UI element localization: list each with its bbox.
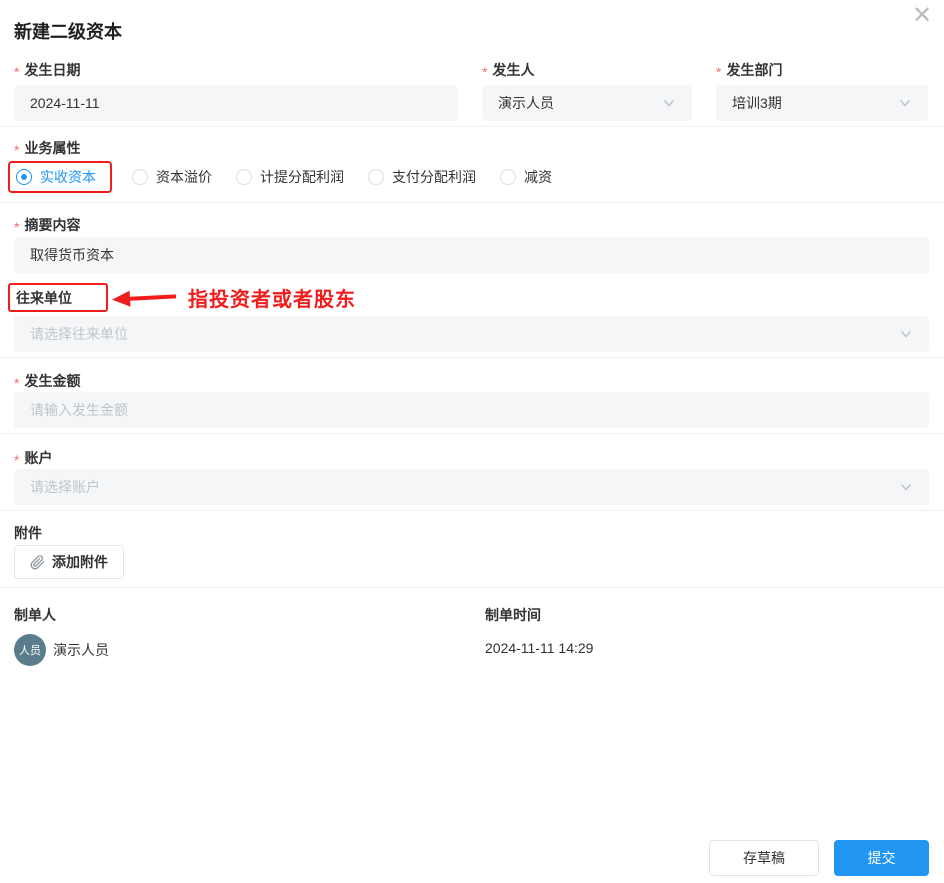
arrow-shaft xyxy=(129,293,177,301)
field-occur-person: * 发生人 演示人员 xyxy=(482,60,692,121)
radio-option-capital-reduction[interactable]: 减资 xyxy=(500,166,552,188)
meta-row: 制单人 人员 演示人员 制单时间 2024-11-11 14:29 xyxy=(14,605,929,676)
required-mark: * xyxy=(14,141,20,158)
counterparty-select[interactable]: 请选择往来单位 xyxy=(14,316,929,352)
radio-label: 减资 xyxy=(524,169,552,185)
divider xyxy=(0,587,944,588)
business-attr-label-text: 业务属性 xyxy=(24,139,81,156)
occur-person-value: 演示人员 xyxy=(498,95,554,111)
radio-option-pay-distributed-profit[interactable]: 支付分配利润 xyxy=(368,166,476,188)
occur-dept-label: * 发生部门 xyxy=(716,60,928,80)
divider xyxy=(0,202,944,203)
counterparty-label-text: 往来单位 xyxy=(16,289,72,306)
dialog-title: 新建二级资本 xyxy=(14,22,122,42)
add-attachment-button[interactable]: 添加附件 xyxy=(14,545,124,579)
required-mark: * xyxy=(14,374,20,391)
business-attr-radio-group: 实收资本 资本溢价 计提分配利润 支付分配利润 减资 xyxy=(8,161,929,193)
annotation-highlight-box: 实收资本 xyxy=(8,161,112,193)
form-row-1: * 发生日期 * 发生人 演示人员 * 发生部门 培训3期 xyxy=(14,60,929,121)
occur-person-select[interactable]: 演示人员 xyxy=(482,85,692,121)
radio-option-capital-premium[interactable]: 资本溢价 xyxy=(132,166,212,188)
required-mark: * xyxy=(716,63,722,80)
radio-label: 实收资本 xyxy=(40,169,96,185)
creator-name: 演示人员 xyxy=(53,642,109,658)
occur-dept-select[interactable]: 培训3期 xyxy=(716,85,928,121)
required-mark: * xyxy=(14,63,20,80)
radio-unselected-icon xyxy=(236,169,252,185)
creator-line: 人员 演示人员 xyxy=(14,624,485,676)
radio-label: 资本溢价 xyxy=(156,169,212,185)
divider xyxy=(0,357,944,358)
required-mark: * xyxy=(482,63,488,80)
radio-selected-icon xyxy=(16,169,32,185)
radio-label: 计提分配利润 xyxy=(260,169,344,185)
annotation-arrow-left-icon xyxy=(111,288,177,308)
amount-input[interactable] xyxy=(14,392,929,428)
attachment-label: 附件 xyxy=(14,523,929,542)
annotation-highlight-box: 往来单位 xyxy=(8,283,108,312)
created-time-value: 2024-11-11 14:29 xyxy=(485,640,594,656)
submit-button[interactable]: 提交 xyxy=(834,840,929,876)
occur-date-label: * 发生日期 xyxy=(14,60,458,80)
field-occur-date: * 发生日期 xyxy=(14,60,458,121)
occur-dept-label-text: 发生部门 xyxy=(726,61,783,78)
created-time-label: 制单时间 xyxy=(485,607,541,623)
counterparty-label-row: 往来单位 指投资者或者股东 xyxy=(8,283,929,312)
occur-dept-value: 培训3期 xyxy=(732,95,782,111)
summary-label: * 摘要内容 xyxy=(14,215,929,235)
divider xyxy=(0,510,944,511)
required-mark: * xyxy=(14,451,20,468)
radio-label: 支付分配利润 xyxy=(392,169,476,185)
counterparty-label: 往来单位 xyxy=(16,288,72,307)
business-attr-label: * 业务属性 xyxy=(14,138,929,158)
divider xyxy=(0,126,944,127)
field-occur-dept: * 发生部门 培训3期 xyxy=(716,60,928,121)
attachment-label-text: 附件 xyxy=(14,524,42,541)
close-icon[interactable]: ✕ xyxy=(908,2,936,30)
radio-unselected-icon xyxy=(500,169,516,185)
occur-date-label-text: 发生日期 xyxy=(24,61,81,78)
summary-input[interactable] xyxy=(14,237,929,273)
account-label-text: 账户 xyxy=(24,449,53,466)
chevron-down-icon xyxy=(901,484,911,491)
divider xyxy=(0,433,944,434)
radio-unselected-icon xyxy=(132,169,148,185)
creator-block: 制单人 人员 演示人员 xyxy=(14,605,485,676)
save-draft-button[interactable]: 存草稿 xyxy=(709,840,819,876)
chevron-down-icon xyxy=(901,331,911,338)
summary-label-text: 摘要内容 xyxy=(24,216,81,233)
occur-person-label-text: 发生人 xyxy=(492,61,535,78)
add-attachment-label: 添加附件 xyxy=(52,554,108,570)
paperclip-icon xyxy=(30,554,45,569)
occur-date-input[interactable] xyxy=(14,85,458,121)
avatar: 人员 xyxy=(14,634,46,666)
counterparty-placeholder: 请选择往来单位 xyxy=(30,326,128,342)
radio-option-accrue-distributed-profit[interactable]: 计提分配利润 xyxy=(236,166,344,188)
chevron-down-icon xyxy=(664,100,674,107)
account-placeholder: 请选择账户 xyxy=(30,479,100,495)
amount-label-text: 发生金额 xyxy=(24,372,81,389)
occur-person-label: * 发生人 xyxy=(482,60,692,80)
account-select[interactable]: 请选择账户 xyxy=(14,469,929,505)
account-label: * 账户 xyxy=(14,448,929,468)
required-mark: * xyxy=(14,218,20,235)
amount-label: * 发生金额 xyxy=(14,371,929,391)
new-secondary-capital-dialog: ✕ 新建二级资本 * 发生日期 * 发生人 演示人员 * 发生部门 xyxy=(0,0,944,883)
chevron-down-icon xyxy=(900,100,910,107)
radio-option-paid-in-capital[interactable]: 实收资本 xyxy=(16,166,96,188)
radio-unselected-icon xyxy=(368,169,384,185)
created-time-block: 制单时间 2024-11-11 14:29 xyxy=(485,605,929,676)
dialog-footer: 存草稿 提交 xyxy=(709,840,929,876)
annotation-text: 指投资者或者股东 xyxy=(188,289,356,311)
arrow-head xyxy=(111,290,131,308)
creator-label: 制单人 xyxy=(14,607,56,623)
